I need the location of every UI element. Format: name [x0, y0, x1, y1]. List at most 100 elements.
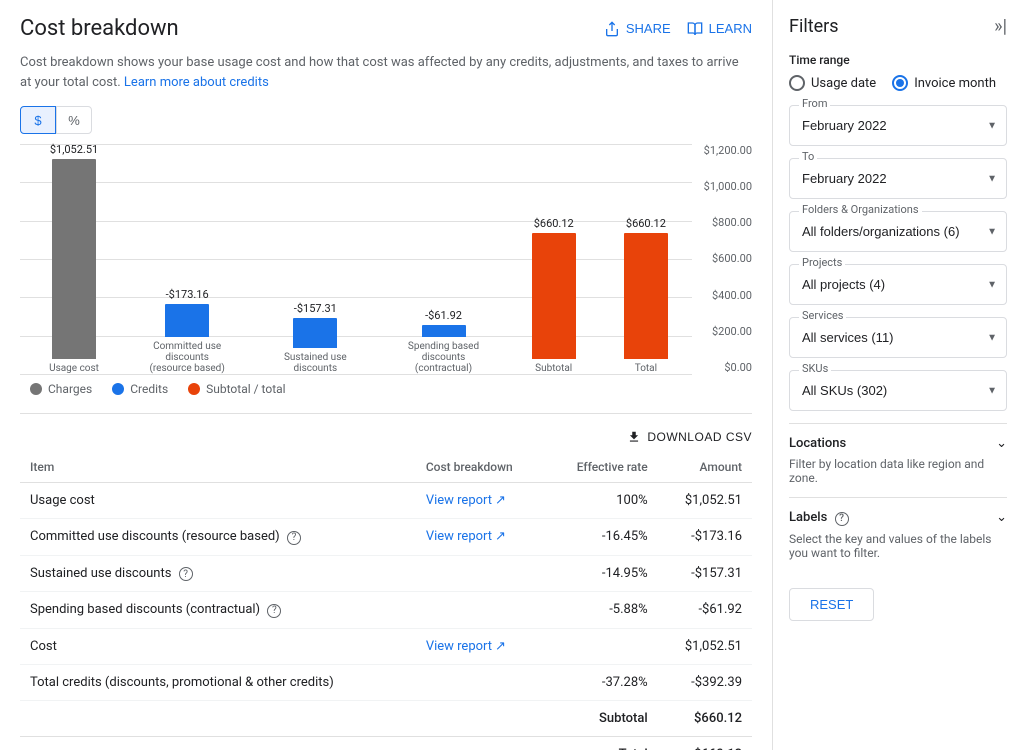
bar-spending-rect [422, 325, 466, 337]
download-csv-button[interactable]: DOWNLOAD CSV [627, 430, 752, 444]
breakdown-spending [416, 592, 547, 629]
sidebar-title: Filters »| [789, 16, 1007, 37]
bar-committed: -$173.16 Committed use discounts(resourc… [147, 288, 227, 374]
skus-select-wrapper: All SKUs (302) [789, 370, 1007, 411]
locations-header[interactable]: Locations ⌄ [789, 436, 1007, 451]
from-dropdown: From February 2022 [789, 105, 1007, 146]
bar-sustained-rect [293, 318, 337, 348]
to-select-wrapper: February 2022 [789, 158, 1007, 199]
locations-title: Locations [789, 436, 846, 451]
folders-dropdown: Folders & Organizations All folders/orga… [789, 211, 1007, 252]
table-row: Sustained use discounts ? -14.95% -$157.… [20, 555, 752, 592]
locations-body: Filter by location data like region and … [789, 457, 1007, 485]
learn-icon [687, 21, 703, 37]
help-icon-labels[interactable]: ? [835, 512, 849, 526]
page-header: Cost breakdown SHARE LEARN [20, 16, 752, 41]
help-icon-spending[interactable]: ? [267, 604, 281, 618]
download-icon [627, 430, 641, 444]
radio-usage-date[interactable]: Usage date [789, 75, 876, 91]
legend-charges: Charges [30, 382, 92, 396]
breakdown-table: Item Cost breakdown Effective rate Amoun… [20, 452, 752, 750]
radio-invoice-month[interactable]: Invoice month [892, 75, 996, 91]
bar-committed-rect [165, 304, 209, 337]
radio-circle-invoice [892, 75, 908, 91]
services-select[interactable]: All services (11) [789, 317, 1007, 358]
share-icon [604, 21, 620, 37]
dollar-toggle[interactable]: $ [20, 106, 56, 134]
view-report-usage[interactable]: View report ↗ [426, 493, 506, 508]
currency-toggle: $ % [20, 106, 752, 134]
time-range-label: Time range [789, 53, 1007, 67]
table-row: Spending based discounts (contractual) ?… [20, 592, 752, 629]
help-icon-committed[interactable]: ? [287, 531, 301, 545]
chart-container: $1,052.51 Usage cost -$173.16 Committed … [20, 144, 752, 414]
item-total-credits: Total credits (discounts, promotional & … [20, 664, 416, 700]
bars-container: $1,052.51 Usage cost -$173.16 Committed … [20, 144, 752, 374]
locations-section: Locations ⌄ Filter by location data like… [789, 423, 1007, 497]
time-range-radio-group: Usage date Invoice month [789, 75, 1007, 91]
bar-spending: -$61.92 Spending based discounts(contrac… [404, 309, 484, 374]
labels-body: Select the key and values of the labels … [789, 532, 1007, 560]
bar-usage-cost-rect [52, 159, 96, 359]
view-report-cost[interactable]: View report ↗ [426, 639, 506, 654]
chart-area: $1,052.51 Usage cost -$173.16 Committed … [20, 144, 752, 374]
download-row: DOWNLOAD CSV [20, 430, 752, 444]
services-dropdown: Services All services (11) [789, 317, 1007, 358]
legend-dot-credits [112, 383, 124, 395]
legend-credits: Credits [112, 382, 168, 396]
breakdown-sustained [416, 555, 547, 592]
header-actions: SHARE LEARN [604, 21, 752, 37]
labels-section: Labels ? ⌄ Select the key and values of … [789, 497, 1007, 572]
projects-select-wrapper: All projects (4) [789, 264, 1007, 305]
skus-select[interactable]: All SKUs (302) [789, 370, 1007, 411]
learn-more-link[interactable]: Learn more about credits [124, 75, 269, 90]
percent-toggle[interactable]: % [56, 106, 92, 134]
bar-usage-cost: $1,052.51 Usage cost [49, 143, 99, 374]
share-button[interactable]: SHARE [604, 21, 671, 37]
item-cost: Cost [20, 628, 416, 664]
filters-sidebar: Filters »| Time range Usage date Invoice… [773, 0, 1023, 750]
locations-chevron-icon: ⌄ [996, 436, 1007, 451]
subtotal-row: Subtotal $660.12 [20, 700, 752, 736]
description: Cost breakdown shows your base usage cos… [20, 53, 752, 92]
help-icon-sustained[interactable]: ? [179, 567, 193, 581]
from-select[interactable]: February 2022 [789, 105, 1007, 146]
col-breakdown: Cost breakdown [416, 452, 547, 483]
item-usage-cost: Usage cost [20, 483, 416, 519]
reset-button[interactable]: RESET [789, 588, 874, 621]
chart-legend: Charges Credits Subtotal / total [20, 374, 752, 404]
table-row: Committed use discounts (resource based)… [20, 519, 752, 556]
learn-button[interactable]: LEARN [687, 21, 752, 37]
breakdown-total-credits [416, 664, 547, 700]
folders-select-wrapper: All folders/organizations (6) [789, 211, 1007, 252]
bar-total: $660.12 Total [624, 217, 668, 374]
folders-select[interactable]: All folders/organizations (6) [789, 211, 1007, 252]
projects-select[interactable]: All projects (4) [789, 264, 1007, 305]
skus-dropdown: SKUs All SKUs (302) [789, 370, 1007, 411]
item-committed: Committed use discounts (resource based)… [20, 519, 416, 556]
sidebar-collapse-icon[interactable]: »| [994, 16, 1007, 37]
from-select-wrapper: February 2022 [789, 105, 1007, 146]
breakdown-committed: View report ↗ [416, 519, 547, 556]
to-select[interactable]: February 2022 [789, 158, 1007, 199]
radio-circle-usage [789, 75, 805, 91]
to-dropdown: To February 2022 [789, 158, 1007, 199]
legend-dot-charges [30, 383, 42, 395]
breakdown-cost: View report ↗ [416, 628, 547, 664]
table-row: Usage cost View report ↗ 100% $1,052.51 [20, 483, 752, 519]
item-spending: Spending based discounts (contractual) ? [20, 592, 416, 629]
bar-total-rect [624, 233, 668, 359]
bar-subtotal-rect [532, 233, 576, 359]
time-range-section: Time range Usage date Invoice month [789, 53, 1007, 91]
table-row: Total credits (discounts, promotional & … [20, 664, 752, 700]
labels-header[interactable]: Labels ? ⌄ [789, 510, 1007, 526]
col-item: Item [20, 452, 416, 483]
col-amount: Amount [658, 452, 752, 483]
labels-chevron-icon: ⌄ [996, 510, 1007, 525]
page-title: Cost breakdown [20, 16, 179, 41]
legend-subtotal: Subtotal / total [188, 382, 285, 396]
view-report-committed[interactable]: View report ↗ [426, 529, 506, 544]
breakdown-usage-cost: View report ↗ [416, 483, 547, 519]
item-sustained: Sustained use discounts ? [20, 555, 416, 592]
total-row: Total $660.12 [20, 736, 752, 750]
